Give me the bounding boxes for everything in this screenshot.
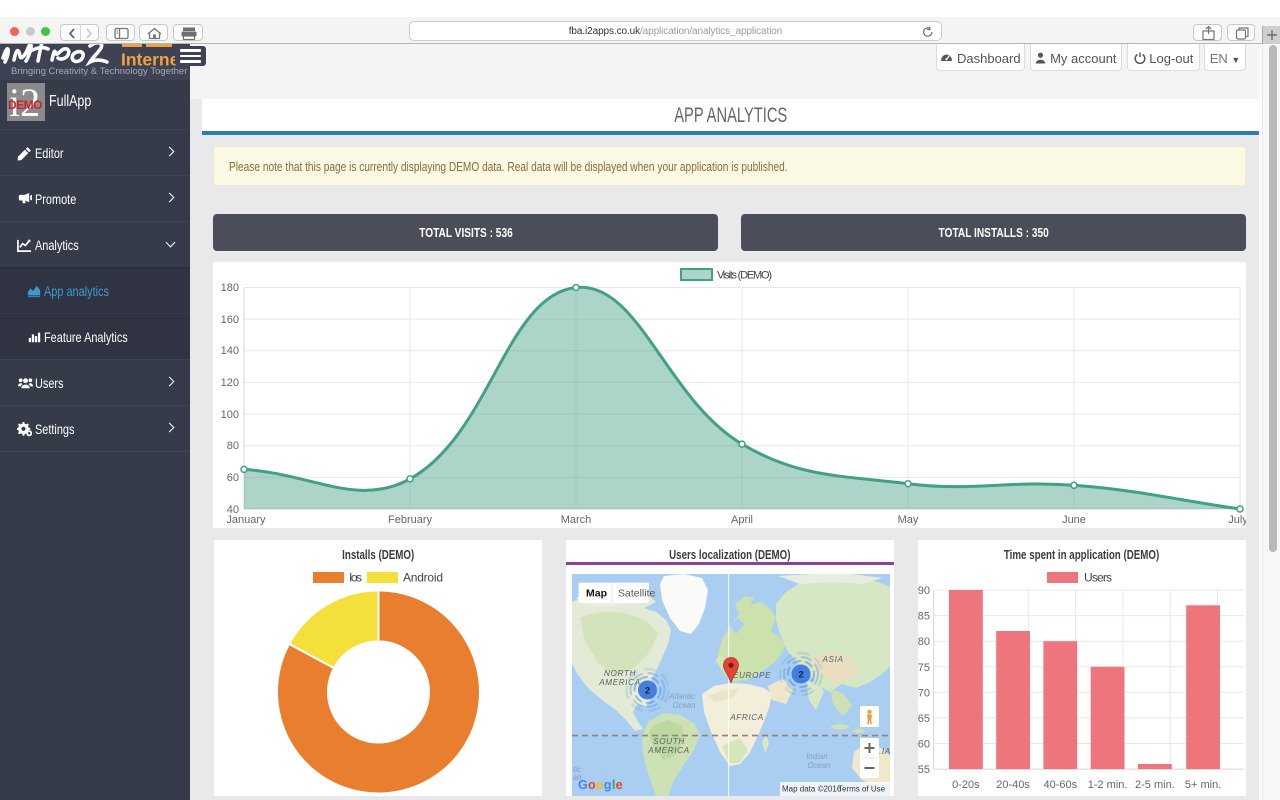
svg-text:Google: Google <box>578 778 623 792</box>
svg-text:40-60s: 40-60s <box>1043 779 1077 791</box>
svg-text:Ocean: Ocean <box>673 701 696 710</box>
svg-text:55: 55 <box>918 764 930 776</box>
svg-text:DEMO: DEMO <box>8 98 42 112</box>
svg-text:Atlantic: Atlantic <box>668 692 695 701</box>
svg-text:Indian: Indian <box>806 752 827 761</box>
svg-text:Visits (DEMO): Visits (DEMO) <box>717 270 772 282</box>
svg-text:AMERICA: AMERICA <box>647 746 690 755</box>
svg-text:AFRICA: AFRICA <box>729 713 764 722</box>
svg-text:February: February <box>388 514 433 526</box>
svg-text:60: 60 <box>227 472 239 484</box>
svg-text:80: 80 <box>918 636 930 648</box>
svg-text:ASIA: ASIA <box>821 655 843 664</box>
svg-text:1-2 min.: 1-2 min. <box>1088 779 1128 791</box>
svg-text:5+ min.: 5+ min. <box>1185 779 1221 791</box>
svg-text:Ios: Ios <box>349 571 362 585</box>
svg-text:75: 75 <box>918 662 930 674</box>
svg-text:Ocean: Ocean <box>808 761 831 770</box>
svg-text:Satellite: Satellite <box>618 588 656 600</box>
svg-text:SOUTH: SOUTH <box>653 737 685 746</box>
svg-text:180: 180 <box>221 282 239 294</box>
svg-text:160: 160 <box>221 314 239 326</box>
svg-text:2-5 min.: 2-5 min. <box>1135 779 1175 791</box>
svg-text:80: 80 <box>227 440 239 452</box>
svg-text:January: January <box>226 514 266 526</box>
svg-text:Terms of Use: Terms of Use <box>838 785 886 794</box>
svg-text:June: June <box>1062 514 1086 526</box>
svg-text:2: 2 <box>798 670 803 681</box>
svg-text:Users: Users <box>1084 571 1112 585</box>
svg-text:Map: Map <box>586 588 607 600</box>
svg-text:EUROPE: EUROPE <box>733 671 771 680</box>
svg-text:120: 120 <box>221 377 239 389</box>
svg-text:July: July <box>1228 514 1246 526</box>
svg-text:65: 65 <box>918 713 930 725</box>
svg-text:Map data ©2016: Map data ©2016 <box>782 785 842 794</box>
svg-text:2: 2 <box>645 686 650 697</box>
svg-text:0-20s: 0-20s <box>952 779 980 791</box>
svg-text:60: 60 <box>918 739 930 751</box>
svg-text:90: 90 <box>918 585 930 597</box>
svg-text:May: May <box>898 514 919 526</box>
svg-text:100: 100 <box>221 409 239 421</box>
svg-text:70: 70 <box>918 687 930 699</box>
svg-text:85: 85 <box>918 611 930 623</box>
svg-text:March: March <box>561 514 592 526</box>
svg-text:Android: Android <box>403 571 443 585</box>
svg-text:April: April <box>731 514 753 526</box>
svg-text:140: 140 <box>221 345 239 357</box>
svg-text:20-40s: 20-40s <box>996 779 1030 791</box>
